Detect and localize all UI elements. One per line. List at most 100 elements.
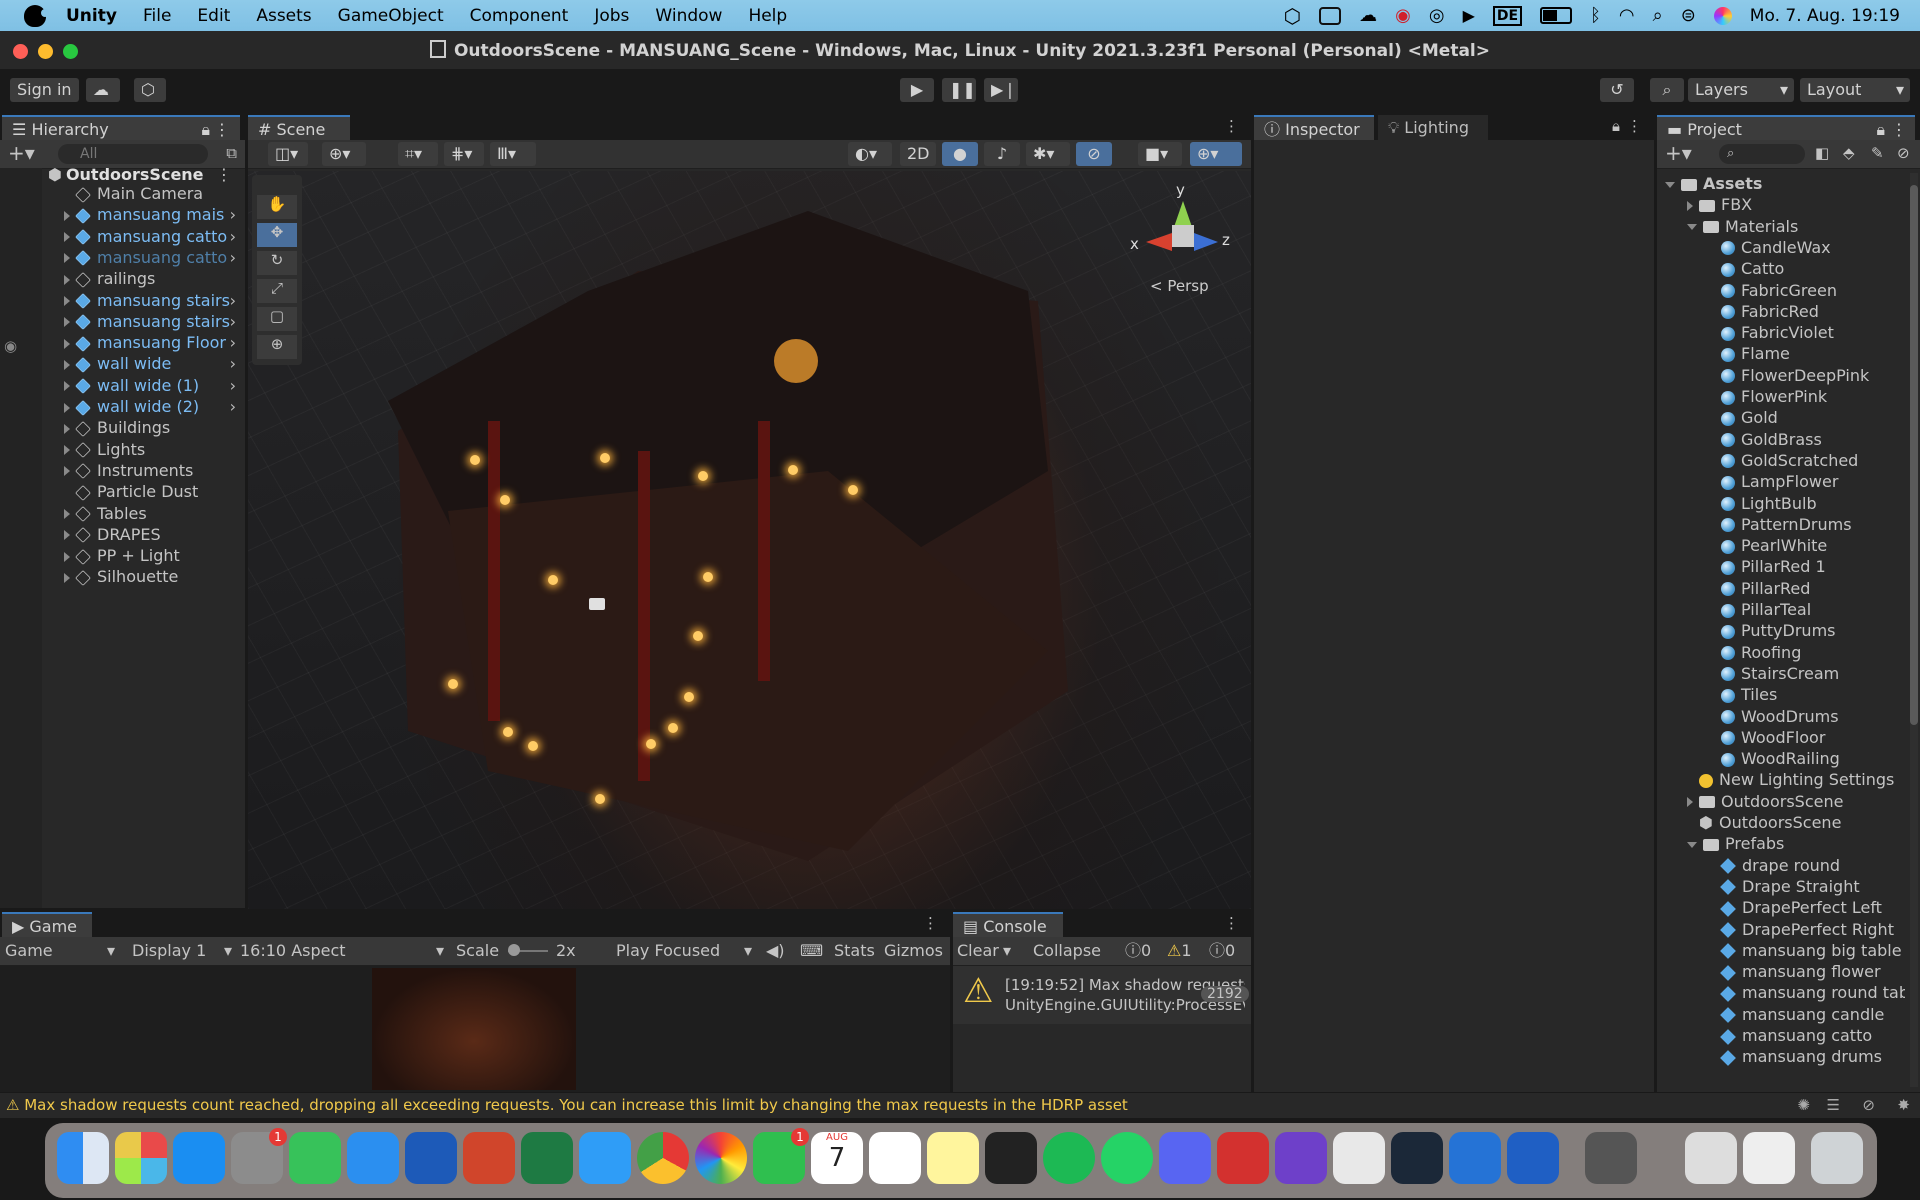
hierarchy-item[interactable]: mansuang catto ›	[64, 247, 240, 268]
expand-arrow-icon[interactable]	[64, 338, 70, 349]
cloud-icon[interactable]: ☁	[86, 78, 120, 102]
expand-arrow-icon[interactable]	[64, 509, 70, 519]
shading-mode-icon[interactable]: ◐▾	[848, 142, 892, 166]
menu-app-unity[interactable]: Unity	[66, 6, 117, 26]
hierarchy-item[interactable]: PP + Light	[64, 545, 240, 566]
bluetooth-icon[interactable]: ᛒ	[1590, 5, 1601, 26]
project-item[interactable]: WoodFloor	[1709, 727, 1905, 748]
menu-assets[interactable]: Assets	[256, 6, 311, 26]
tab-project[interactable]: ▬ Project 🔒︎ ⋮	[1657, 115, 1915, 140]
prefab-open-icon[interactable]: ›	[230, 353, 236, 374]
project-item[interactable]: Tiles	[1709, 684, 1905, 705]
tab-game[interactable]: ▶ Game	[2, 912, 92, 937]
expand-arrow-icon[interactable]	[64, 232, 70, 243]
project-item[interactable]: LightBulb	[1709, 493, 1905, 514]
tab-scene[interactable]: # Scene	[248, 115, 350, 140]
expand-arrow-icon[interactable]	[1687, 224, 1697, 231]
expand-arrow-icon[interactable]	[1687, 797, 1693, 808]
light-icon[interactable]	[448, 679, 458, 689]
lock-icon[interactable]: 🔒︎	[1876, 117, 1885, 142]
spotify-icon[interactable]	[1043, 1132, 1095, 1184]
expand-arrow-icon[interactable]	[64, 423, 70, 434]
hierarchy-item[interactable]: mansuang mais ›	[64, 204, 240, 225]
hidden-packages-icon[interactable]: ⊘	[1897, 144, 1910, 162]
notes-icon[interactable]	[927, 1132, 979, 1184]
light-icon[interactable]	[528, 741, 538, 751]
expand-arrow-icon[interactable]	[64, 359, 70, 370]
hierarchy-search-input[interactable]: All	[58, 144, 208, 164]
expand-arrow-icon[interactable]	[64, 317, 70, 328]
lock-icon[interactable]: 🔒︎	[201, 117, 210, 142]
menu-file[interactable]: File	[143, 6, 171, 26]
project-item[interactable]: drape round	[1709, 855, 1905, 876]
menu-gameobject[interactable]: GameObject	[338, 6, 444, 26]
light-icon[interactable]	[503, 727, 513, 737]
recent-window-icon[interactable]	[1685, 1132, 1737, 1184]
printer-icon[interactable]	[1507, 1132, 1559, 1184]
expand-arrow-icon[interactable]	[64, 296, 70, 306]
hierarchy-item[interactable]: mansuang stairs ›	[64, 311, 240, 332]
hierarchy-item[interactable]: mansuang Floor ›	[64, 332, 240, 353]
project-item[interactable]: CandleWax	[1709, 237, 1905, 258]
project-search-input[interactable]: ⌕	[1719, 144, 1805, 164]
status-bar[interactable]: ⚠ Max shadow requests count reached, dro…	[0, 1093, 1920, 1118]
draw-mode-dropdown[interactable]: ◫▾	[268, 142, 308, 166]
rect-tool-icon[interactable]: ▢	[257, 307, 297, 331]
prefab-open-icon[interactable]: ›	[230, 290, 236, 311]
aspect-dropdown[interactable]: 16:10 Aspect ▾	[240, 937, 444, 965]
transform-tool-icon[interactable]: ⊕	[257, 335, 297, 359]
project-item[interactable]: FBX	[1687, 194, 1905, 215]
effects-icon[interactable]: ✱▾	[1026, 142, 1070, 166]
kebab-menu-icon[interactable]: ⋮	[1224, 117, 1239, 135]
move-tool-icon[interactable]: ✥	[257, 223, 297, 247]
reminders-icon[interactable]	[869, 1132, 921, 1184]
steam-icon[interactable]	[1391, 1132, 1443, 1184]
hidden-objects-icon[interactable]: ⊘	[1076, 142, 1112, 166]
trash-icon[interactable]	[1811, 1132, 1863, 1184]
lock-icon[interactable]: 🔒︎	[1612, 117, 1620, 135]
play-icon[interactable]: ▶	[1463, 6, 1475, 25]
increment-snap-icon[interactable]: Ⅲ▾	[490, 142, 536, 166]
menu-window[interactable]: Window	[655, 6, 722, 26]
adobe-icon[interactable]: ◉	[1395, 5, 1411, 26]
game-view[interactable]	[0, 966, 950, 1092]
launchpad-icon[interactable]	[115, 1132, 167, 1184]
camera-icon[interactable]: ■▾	[1138, 142, 1182, 166]
add-icon[interactable]: +▾	[1665, 141, 1692, 165]
apple-icon[interactable]	[24, 4, 49, 27]
expand-arrow-icon[interactable]	[64, 551, 70, 562]
hierarchy-scene-row[interactable]: ◉⬢OutdoorsScene ⋮	[10, 164, 240, 185]
control-center-icon[interactable]: ⊜	[1681, 5, 1696, 26]
project-item[interactable]: PillarTeal	[1709, 599, 1905, 620]
hierarchy-item[interactable]: Particle Dust	[64, 481, 240, 502]
light-icon[interactable]	[646, 739, 656, 749]
tab-console[interactable]: ▤ Console	[953, 912, 1063, 937]
filter-type-icon[interactable]: ◧	[1815, 144, 1829, 162]
menu-help[interactable]: Help	[748, 6, 787, 26]
project-item[interactable]: mansuang catto	[1709, 1025, 1905, 1046]
prefab-open-icon[interactable]: ›	[230, 204, 236, 225]
rotate-tool-icon[interactable]: ↻	[257, 251, 297, 275]
unity-status-icon[interactable]: ⬡	[1284, 4, 1301, 28]
project-item[interactable]: PatternDrums	[1709, 514, 1905, 535]
cache-icon[interactable]: ☰	[1827, 1093, 1840, 1118]
console-entry[interactable]: ⚠ [19:19:52] Max shadow requests UnityEn…	[953, 966, 1251, 1024]
light-icon[interactable]	[595, 794, 605, 804]
light-icon[interactable]	[703, 572, 713, 582]
scale-tool-icon[interactable]: ⤢	[257, 279, 297, 303]
collab-icon[interactable]: ⬡	[134, 78, 166, 102]
project-item[interactable]: Prefabs	[1687, 833, 1905, 854]
expand-arrow-icon[interactable]	[64, 572, 70, 583]
project-item[interactable]: FabricRed	[1709, 301, 1905, 322]
project-item[interactable]: Flame	[1709, 343, 1905, 364]
kebab-menu-icon[interactable]: ⋮	[1224, 914, 1239, 932]
prefab-open-icon[interactable]: ›	[230, 396, 236, 417]
hierarchy-item[interactable]: Lights	[64, 439, 240, 460]
menubar-clock[interactable]: Mo. 7. Aug. 19:19	[1750, 6, 1900, 26]
project-item[interactable]: Materials	[1687, 216, 1905, 237]
project-item[interactable]: FlowerDeepPink	[1709, 365, 1905, 386]
hierarchy-item[interactable]: Tables	[64, 503, 240, 524]
project-item[interactable]: StairsCream	[1709, 663, 1905, 684]
light-icon[interactable]	[684, 692, 694, 702]
app-store-icon[interactable]	[173, 1132, 225, 1184]
